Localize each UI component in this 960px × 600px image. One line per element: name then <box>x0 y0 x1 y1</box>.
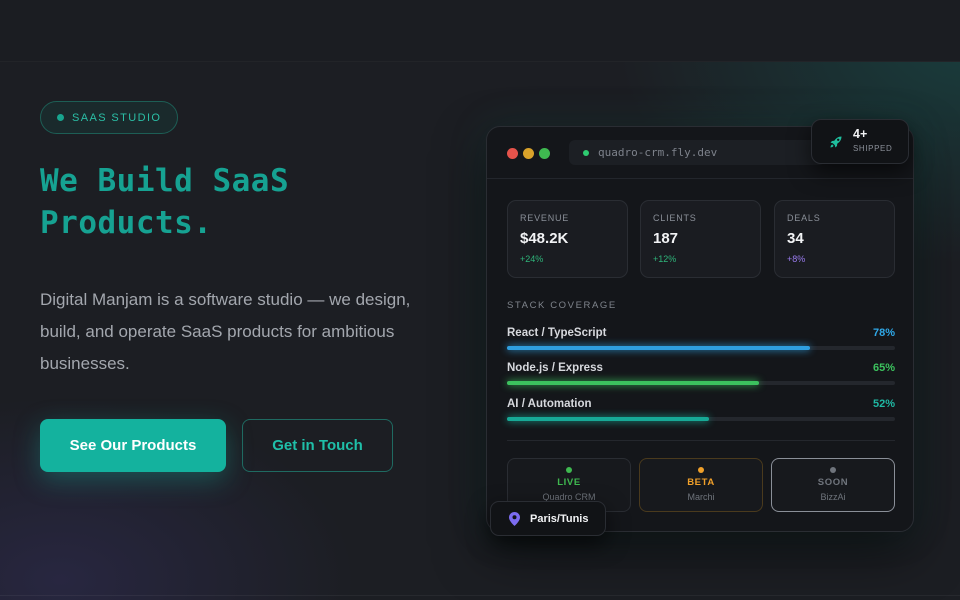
stat-card-clients: CLIENTS 187 +12% <box>640 200 761 278</box>
status-label: LIVE <box>557 477 581 488</box>
url-bar: quadro-crm.fly.dev <box>569 140 825 165</box>
bottom-divider <box>0 595 960 596</box>
coverage-track <box>507 381 895 385</box>
section-divider <box>507 440 895 441</box>
coverage-name: AI / Automation <box>507 398 592 410</box>
stack-coverage-title: STACK COVERAGE <box>507 300 617 311</box>
minimize-dot-icon <box>523 148 534 159</box>
coverage-percent: 65% <box>872 362 895 374</box>
status-label: SOON <box>817 477 849 488</box>
stat-change: +12% <box>653 254 677 264</box>
stat-label: CLIENTS <box>653 213 697 223</box>
hero-description: Digital Manjam is a software studio — we… <box>40 290 411 373</box>
stat-card-deals: DEALS 34 +8% <box>774 200 895 278</box>
headline-line-1: We Build SaaS <box>40 163 290 199</box>
maximize-dot-icon <box>539 148 550 159</box>
stat-value: 34 <box>787 230 804 247</box>
coverage-name: Node.js / Express <box>507 362 603 374</box>
secure-dot-icon <box>583 149 589 156</box>
see-products-button[interactable]: See Our Products <box>40 419 226 472</box>
coverage-fill <box>507 417 709 421</box>
coverage-fill <box>507 381 760 385</box>
close-dot-icon <box>507 148 518 159</box>
url-text: quadro-crm.fly.dev <box>598 146 718 159</box>
status-dot <box>830 467 836 473</box>
coverage-track <box>507 346 895 350</box>
stat-label: DEALS <box>787 213 821 223</box>
stat-value: 187 <box>653 230 679 247</box>
shipped-count: 4+ <box>853 127 868 141</box>
status-label: BETA <box>687 477 715 488</box>
coverage-row-react: React / TypeScript 78% <box>507 327 895 353</box>
rocket-icon <box>830 136 842 148</box>
location-chip: Paris/Tunis <box>490 501 606 536</box>
product-status-soon[interactable]: SOON BizzAi <box>771 458 895 512</box>
product-name: Marchi <box>687 492 715 502</box>
location-text: Paris/Tunis <box>530 512 589 525</box>
status-dot <box>698 467 704 473</box>
shipped-label: SHIPPED <box>853 144 893 153</box>
shipped-chip: 4+ SHIPPED <box>811 119 909 164</box>
location-pin-icon <box>509 511 520 526</box>
stat-card-revenue: REVENUE $48.2K +24% <box>507 200 628 278</box>
badge-dot <box>57 114 64 121</box>
badge-label: SAAS STUDIO <box>72 111 162 124</box>
top-nav-band <box>0 0 960 62</box>
coverage-percent: 78% <box>872 327 895 339</box>
coverage-row-node: Node.js / Express 65% <box>507 362 895 388</box>
stat-value: $48.2K <box>520 230 569 247</box>
product-name: BizzAi <box>820 492 846 502</box>
product-status-beta[interactable]: BETA Marchi <box>639 458 763 512</box>
dashboard-preview-card: quadro-crm.fly.dev REVENUE $48.2K +24% C… <box>486 126 914 532</box>
studio-badge: SAAS STUDIO <box>40 101 179 134</box>
coverage-fill <box>507 346 810 350</box>
coverage-name: React / TypeScript <box>507 327 607 339</box>
headline-line-2: Products. <box>40 205 213 241</box>
status-dot <box>566 467 572 473</box>
get-in-touch-button[interactable]: Get in Touch <box>242 419 393 472</box>
coverage-track <box>507 417 895 421</box>
stat-label: REVENUE <box>520 213 570 223</box>
coverage-row-ai: AI / Automation 52% <box>507 398 895 424</box>
stat-change: +24% <box>520 254 544 264</box>
stat-change: +8% <box>787 254 806 264</box>
hero-headline: We Build SaaS Products. <box>40 160 460 244</box>
coverage-percent: 52% <box>872 398 895 410</box>
